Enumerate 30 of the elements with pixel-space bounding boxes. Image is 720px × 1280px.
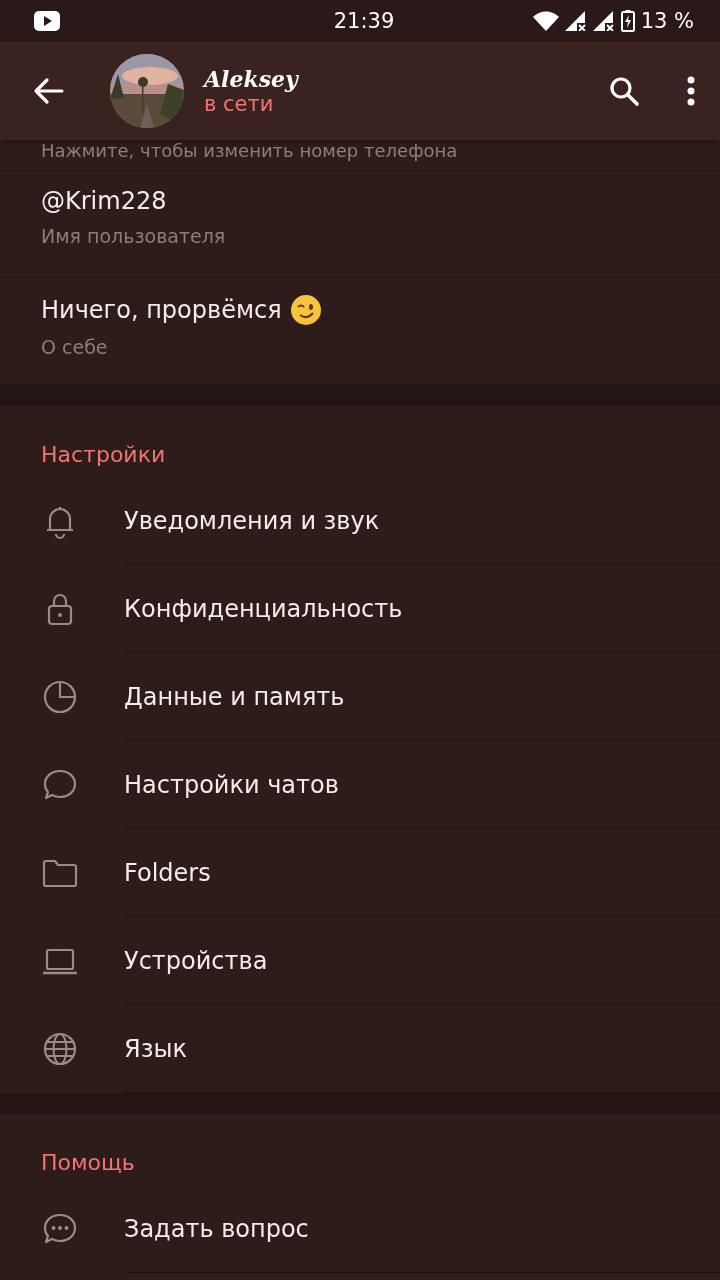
clock-time: 21:39 — [332, 9, 396, 33]
settings-item[interactable]: Folders — [124, 829, 720, 917]
section-title: Настройки — [40, 441, 167, 469]
settings-item[interactable]: Конфиденциальность — [124, 565, 720, 653]
signal-icon — [564, 11, 587, 31]
search-button[interactable] — [608, 75, 640, 107]
settings-item[interactable]: Устройства — [124, 917, 720, 1005]
battery-level: 13 % — [640, 9, 694, 33]
wink-emoji-icon — [289, 294, 322, 326]
field-label: Имя пользователя — [41, 225, 227, 247]
settings-item[interactable]: Данные и память — [124, 653, 720, 741]
search-icon — [608, 75, 640, 107]
signal-icon — [592, 11, 615, 31]
more-icon — [686, 76, 696, 106]
field-value: @Krim228 — [41, 187, 167, 215]
settings-item[interactable]: Настройки чатов — [124, 741, 720, 829]
settings-item[interactable]: Уведомления и звук — [124, 477, 720, 565]
contact-name: Aleksey — [204, 66, 300, 92]
field-value: Ничего, прорвёмся — [41, 296, 282, 324]
settings-item[interactable]: Задать вопрос — [124, 1185, 720, 1273]
section-title: Помощь — [40, 1149, 136, 1177]
back-button[interactable] — [32, 77, 64, 105]
field-label: О себе — [41, 336, 109, 358]
back-arrow-icon — [32, 77, 64, 105]
wifi-icon — [532, 11, 559, 31]
battery-icon — [620, 10, 635, 32]
video-app-icon — [34, 11, 60, 31]
more-button[interactable] — [686, 76, 696, 106]
online-status: в сети — [204, 92, 275, 116]
phone-hint: Нажмите, чтобы изменить номер телефона — [0, 140, 720, 171]
